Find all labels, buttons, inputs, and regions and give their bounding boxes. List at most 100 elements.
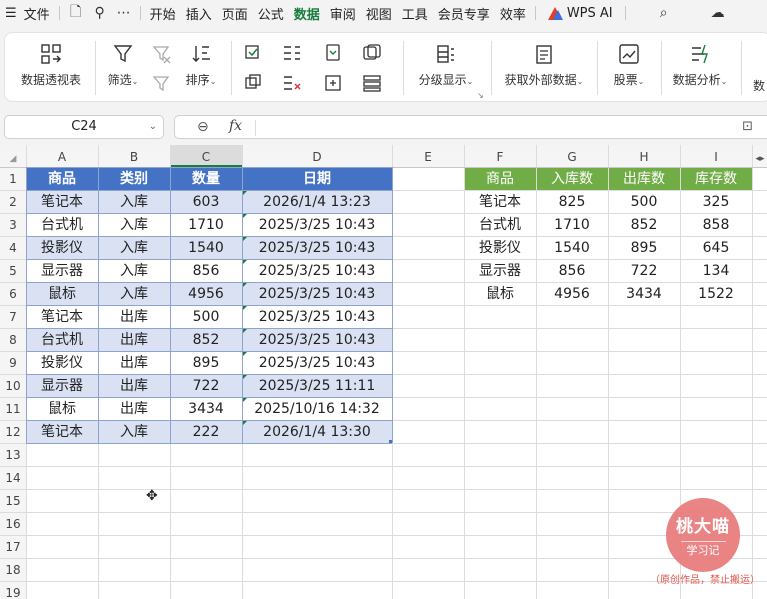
data-analysis-button[interactable]: 数据分析⌄ [667,43,733,88]
tab-page[interactable]: 页面 [217,4,253,23]
row-header-17[interactable]: 17 [5,540,20,554]
table1-cell-text[interactable]: 出库 [120,401,148,417]
table2-cell-text[interactable]: 645 [703,240,730,256]
column-header-e[interactable]: E [424,150,432,164]
column-header-c[interactable]: C [202,150,210,164]
expand-formula-icon[interactable]: ⊡ [742,119,753,134]
tab-home[interactable]: 开始 [145,4,181,23]
outline-dialog-launcher[interactable]: ↘ [477,91,484,100]
row-header-19[interactable]: 19 [5,586,20,599]
cloud-sync-icon[interactable]: ☁ [706,5,730,21]
table1-cell-text[interactable]: 入库 [120,286,148,302]
column-header-i[interactable]: I [714,150,718,164]
tab-efficiency[interactable]: 效率 [495,4,531,23]
file-menu-icon[interactable]: ☰ [0,6,19,21]
table2-cell-text[interactable]: 4956 [554,286,590,302]
table1-cell-text[interactable]: 出库 [120,355,148,371]
table1-cell-text[interactable]: 2025/3/25 10:43 [259,263,376,279]
data-validation-icon[interactable] [243,43,265,63]
table2-cell-text[interactable]: 858 [703,217,730,233]
table1-cell-text[interactable]: 3434 [188,401,224,417]
table2-cell-text[interactable]: 852 [631,217,658,233]
table1-header-text[interactable]: 类别 [120,170,148,187]
row-header-5[interactable]: 5 [9,264,17,278]
name-box[interactable]: C24 ⌄ [4,115,164,139]
table1-cell-text[interactable]: 入库 [120,424,148,440]
row-header-14[interactable]: 14 [5,471,20,485]
table1-cell-text[interactable]: 1540 [188,240,224,256]
format-painter-icon[interactable]: ⚲ [88,5,112,21]
table1-cell-text[interactable]: 500 [193,309,220,325]
sheet-canvas[interactable]: A B C D E F G H I◢ ◂▸1234567891011121314151617181… [0,145,767,599]
table1-header-text[interactable]: 数量 [192,170,220,187]
table1-cell-text[interactable]: 2026/1/4 13:23 [263,194,371,210]
duplicates-icon[interactable] [243,73,265,93]
table1-cell-text[interactable]: 856 [193,263,220,279]
text-to-columns-icon[interactable] [281,43,303,63]
row-header-3[interactable]: 3 [9,218,17,232]
table1-cell-text[interactable]: 出库 [120,309,148,325]
row-header-2[interactable]: 2 [9,195,17,209]
row-header-1[interactable]: 1 [9,172,17,186]
table1-cell-text[interactable]: 222 [193,424,220,440]
row-header-12[interactable]: 12 [5,425,20,439]
column-header-a[interactable]: A [58,150,67,164]
filter-button[interactable]: 筛选⌄ [105,43,141,88]
ribbon-truncated-label[interactable]: 数 [753,77,765,94]
tab-view[interactable]: 视图 [361,4,397,23]
table2-cell-text[interactable]: 3434 [626,286,662,302]
table1-cell-text[interactable]: 2025/3/25 10:43 [259,240,376,256]
remove-duplicates-icon[interactable] [281,73,303,93]
table1-cell-text[interactable]: 笔记本 [41,309,83,325]
search-icon[interactable]: ⌕ [652,5,676,21]
table1-cell-text[interactable]: 2026/1/4 13:30 [263,424,371,440]
table1-header-text[interactable]: 日期 [303,171,331,187]
row-header-9[interactable]: 9 [9,356,17,370]
table1-cell-text[interactable]: 入库 [120,240,148,256]
stocks-button[interactable]: 股票⌄ [607,43,651,88]
column-header-h[interactable]: H [639,150,648,164]
formula-input-area[interactable]: ⊖ fx ⊡ [174,115,767,139]
table2-cell-text[interactable]: 鼠标 [486,286,514,302]
select-all-corner[interactable]: ◢ [10,154,17,164]
tab-data[interactable]: 数据 [289,4,325,23]
table2-cell-text[interactable]: 显示器 [479,263,521,279]
table1-cell-text[interactable]: 显示器 [41,263,83,279]
zoom-out-icon[interactable]: ⊖ [197,119,209,135]
column-header-g[interactable]: G [567,150,576,164]
table1-cell-text[interactable]: 895 [193,355,220,371]
table1-cell-text[interactable]: 入库 [120,194,148,210]
table1-cell-text[interactable]: 鼠标 [48,286,76,302]
table1-cell-text[interactable]: 1710 [188,217,224,233]
row-header-15[interactable]: 15 [5,494,20,508]
table1-cell-text[interactable]: 出库 [120,378,148,394]
reapply-filter-icon[interactable] [151,75,173,95]
row-header-6[interactable]: 6 [9,287,17,301]
clear-filter-icon[interactable] [151,45,173,65]
row-header-10[interactable]: 10 [5,379,20,393]
row-header-13[interactable]: 13 [5,448,20,462]
row-header-11[interactable]: 11 [5,402,20,416]
tab-member[interactable]: 会员专享 [433,4,495,23]
row-header-4[interactable]: 4 [9,241,17,255]
more-icon[interactable]: ⋯ [112,5,136,21]
fx-icon[interactable]: fx [229,118,242,134]
table2-cell-text[interactable]: 856 [559,263,586,279]
tab-review[interactable]: 审阅 [325,4,361,23]
table1-header-text[interactable]: 商品 [48,170,76,187]
table1-cell-text[interactable]: 603 [193,194,220,210]
table1-cell-text[interactable]: 投影仪 [41,240,83,256]
tab-tools[interactable]: 工具 [397,4,433,23]
table1-cell-text[interactable]: 2025/3/25 10:43 [259,355,376,371]
table1-cell-text[interactable]: 2025/3/25 10:43 [259,217,376,233]
table1-cell-text[interactable]: 鼠标 [48,401,76,417]
table1-cell-text[interactable]: 入库 [120,217,148,233]
insert-dropdown-list-icon[interactable] [323,43,345,63]
table1-cell-text[interactable]: 入库 [120,263,148,279]
column-scroll-arrows[interactable]: ◂▸ [755,154,765,164]
table2-cell-text[interactable]: 投影仪 [479,240,521,256]
table2-cell-text[interactable]: 325 [703,194,730,210]
table1-cell-text[interactable]: 2025/3/25 11:11 [259,378,376,394]
table1-cell-text[interactable]: 2025/3/25 10:43 [259,309,376,325]
save-icon[interactable]: 🗋 [64,1,88,25]
